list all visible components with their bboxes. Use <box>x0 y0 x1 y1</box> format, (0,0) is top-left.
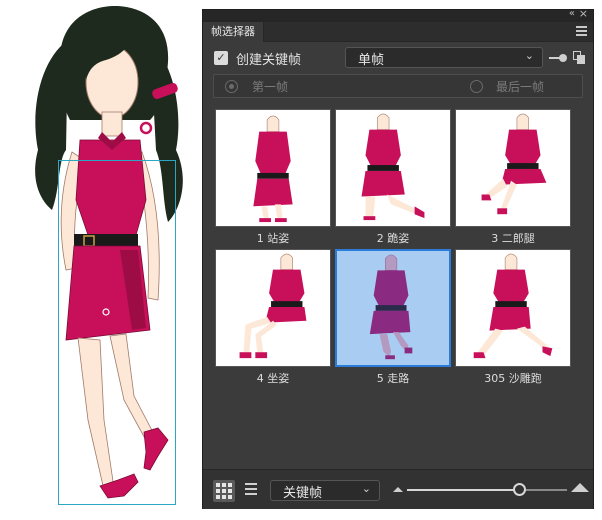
collapse-icon[interactable]: « <box>569 8 575 19</box>
frame-thumbnail[interactable]: 5 走路 <box>335 249 451 387</box>
frame-caption: 2 跪姿 <box>376 232 410 245</box>
first-frame-label: 第一帧 <box>252 80 289 94</box>
zoom-in-mountain-icon[interactable] <box>571 483 589 492</box>
frame-mode-value: 单帧 <box>358 53 385 68</box>
chevron-down-icon: ⌄ <box>524 49 534 62</box>
frame-thumbnail-image <box>215 109 331 227</box>
frame-thumbnail[interactable]: 1 站姿 <box>215 109 331 247</box>
create-keyframe-checkbox[interactable]: ✓ <box>214 51 228 65</box>
frame-caption: 4 坐姿 <box>256 372 290 385</box>
thumbnail-size-slider-handle[interactable] <box>513 483 526 496</box>
grid-view-icon[interactable] <box>213 480 235 502</box>
frame-caption: 3 二郎腿 <box>491 232 535 245</box>
canvas-character[interactable] <box>0 0 200 520</box>
frame-filter-value: 关键帧 <box>283 486 323 501</box>
first-frame-radio[interactable] <box>225 80 238 93</box>
last-frame-radio[interactable] <box>470 80 483 93</box>
copy-icon[interactable] <box>573 51 585 64</box>
panel-title-strip: « × <box>203 7 593 22</box>
frame-thumbnail-grid: 1 站姿 2 跪姿 3 二郎腿 4 坐姿 5 走路 305 沙雕跑 <box>215 109 579 449</box>
frame-filter-select[interactable]: 关键帧 ⌄ <box>270 480 380 501</box>
panel-bottom-toolbar: 关键帧 ⌄ <box>203 469 593 509</box>
frame-caption: 5 走路 <box>376 372 410 385</box>
frame-thumbnail[interactable]: 305 沙雕跑 <box>455 249 571 387</box>
keyframe-options-row: ✓ 创建关键帧 单帧 ⌄ <box>203 46 593 70</box>
link-slider-icon[interactable] <box>549 54 567 62</box>
tab-frame-selector[interactable]: 帧选择器 <box>203 22 264 42</box>
chevron-down-icon: ⌄ <box>361 482 371 495</box>
frame-thumbnail-image <box>335 109 451 227</box>
frame-thumbnail-image <box>335 249 451 367</box>
panel-menu-icon[interactable] <box>576 26 587 36</box>
zoom-out-mountain-icon[interactable] <box>393 487 403 492</box>
frame-caption: 1 站姿 <box>256 232 290 245</box>
list-view-icon[interactable] <box>245 483 257 497</box>
frame-thumbnail-image <box>215 249 331 367</box>
last-frame-label: 最后一帧 <box>496 80 545 94</box>
frame-caption: 305 沙雕跑 <box>484 372 542 385</box>
thumbnail-size-slider[interactable] <box>407 489 567 491</box>
frame-thumbnail[interactable]: 3 二郎腿 <box>455 109 571 247</box>
frame-range-row: 第一帧 最后一帧 <box>213 74 583 98</box>
create-keyframe-label: 创建关键帧 <box>236 53 302 68</box>
app-stage: « × 帧选择器 ✓ 创建关键帧 单帧 ⌄ 第一帧 最后一帧 1 站姿 2 跪姿… <box>0 0 602 520</box>
frame-thumbnail[interactable]: 2 跪姿 <box>335 109 451 247</box>
panel-tab-row: 帧选择器 <box>203 22 593 42</box>
frame-thumbnail[interactable]: 4 坐姿 <box>215 249 331 387</box>
frame-mode-select[interactable]: 单帧 ⌄ <box>345 47 543 68</box>
frame-thumbnail-image <box>455 109 571 227</box>
frame-thumbnail-image <box>455 249 571 367</box>
frame-selector-panel: « × 帧选择器 ✓ 创建关键帧 单帧 ⌄ 第一帧 最后一帧 1 站姿 2 跪姿… <box>202 7 594 509</box>
close-icon[interactable]: × <box>579 7 588 20</box>
